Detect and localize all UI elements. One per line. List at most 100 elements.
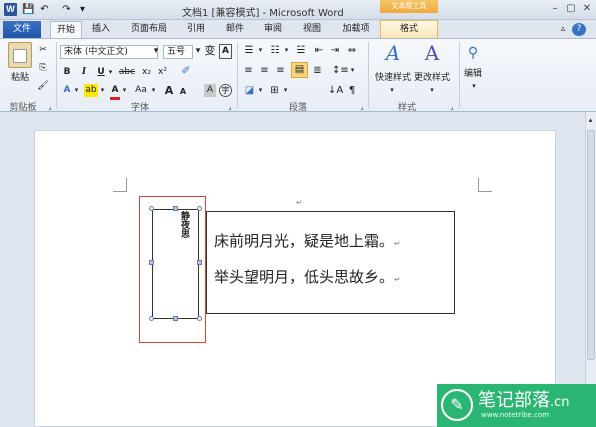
tab-mailings[interactable]: 邮件 bbox=[220, 21, 250, 38]
decrease-indent-icon[interactable]: ⇤ bbox=[312, 44, 326, 57]
tab-references[interactable]: 引用 bbox=[181, 21, 211, 38]
font-name-combo[interactable]: 宋体 (中文正文) bbox=[60, 45, 158, 59]
text-effect-icon[interactable]: A bbox=[62, 84, 72, 97]
underline-button[interactable]: U bbox=[96, 66, 106, 79]
quick-styles-icon[interactable]: A bbox=[381, 42, 405, 68]
resize-handle[interactable] bbox=[149, 316, 154, 321]
font-color-icon[interactable]: A bbox=[110, 84, 120, 100]
align-right-icon[interactable]: ≡ bbox=[274, 64, 287, 77]
line-spacing-icon[interactable]: ↕≡ bbox=[332, 64, 349, 77]
cut-icon[interactable]: ✂ bbox=[37, 44, 49, 57]
tab-file[interactable]: 文件 bbox=[3, 21, 41, 38]
show-marks-icon[interactable]: ¶ bbox=[346, 84, 358, 97]
shading-icon[interactable]: ◪ bbox=[243, 84, 256, 97]
borders-icon[interactable]: ⊞ bbox=[268, 84, 281, 97]
enclose-characters-icon[interactable]: 字 bbox=[219, 84, 232, 97]
bold-button[interactable]: B bbox=[62, 66, 72, 79]
clear-format-icon[interactable]: ✐ bbox=[178, 64, 194, 77]
copy-icon[interactable]: ⎘ bbox=[37, 62, 49, 75]
phonetic-guide-icon[interactable]: 变 bbox=[203, 44, 217, 57]
multilevel-list-icon[interactable]: ☱ bbox=[294, 44, 308, 57]
increase-indent-icon[interactable]: ⇥ bbox=[328, 44, 342, 57]
grow-font-icon[interactable]: A bbox=[163, 84, 175, 97]
poem-line-2[interactable]: 举头望明月，低头思故乡。↵ bbox=[214, 266, 401, 287]
customize-qat-icon[interactable]: ▾ bbox=[76, 3, 89, 16]
undo-icon[interactable]: ↶ bbox=[38, 3, 51, 16]
resize-handle[interactable] bbox=[173, 316, 178, 321]
change-styles-icon[interactable]: A bbox=[420, 42, 444, 68]
vertical-text[interactable]: 静夜思 bbox=[175, 211, 189, 238]
help-icon[interactable]: ? bbox=[572, 23, 586, 36]
chinese-layout-icon[interactable]: ⇔ bbox=[346, 44, 358, 57]
font-size-combo[interactable]: 五号 bbox=[163, 45, 193, 59]
sort-icon[interactable]: ↓A bbox=[328, 84, 343, 97]
save-icon[interactable]: 💾 bbox=[22, 3, 35, 16]
resize-handle[interactable] bbox=[197, 260, 202, 265]
chevron-down-icon[interactable]: ▾ bbox=[427, 84, 437, 97]
bullets-icon[interactable]: ☰ bbox=[242, 44, 256, 57]
change-case-icon[interactable]: Aa bbox=[133, 84, 149, 97]
chevron-down-icon[interactable]: ▾ bbox=[194, 45, 202, 58]
distributed-icon[interactable]: ≣ bbox=[311, 64, 324, 77]
ruler-toggle-icon[interactable]: ▴ bbox=[586, 114, 595, 127]
window-title: 文档1 [兼容模式] - Microsoft Word bbox=[182, 8, 344, 19]
paste-button[interactable]: 粘贴 bbox=[8, 72, 32, 85]
tab-format[interactable]: 格式 bbox=[380, 20, 438, 38]
chevron-down-icon[interactable]: ▾ bbox=[107, 66, 114, 79]
justify-icon[interactable]: ▤ bbox=[291, 62, 308, 78]
paste-icon[interactable] bbox=[8, 42, 32, 68]
poem-line-1[interactable]: 床前明月光，疑是地上霜。↵ bbox=[214, 230, 401, 251]
margin-crop-mark bbox=[478, 178, 492, 192]
chevron-down-icon[interactable]: ▾ bbox=[150, 84, 157, 97]
tab-home[interactable]: 开始 bbox=[50, 21, 82, 38]
format-painter-icon[interactable]: 🖌 bbox=[37, 80, 49, 93]
scrollbar-thumb[interactable] bbox=[587, 130, 595, 360]
strikethrough-button[interactable]: abc bbox=[118, 66, 136, 79]
chevron-down-icon[interactable]: ▾ bbox=[282, 84, 289, 97]
resize-handle[interactable] bbox=[149, 260, 154, 265]
pen-logo-icon: ✎ bbox=[441, 389, 473, 421]
word-app-icon[interactable]: W bbox=[4, 3, 17, 16]
tab-view[interactable]: 视图 bbox=[297, 21, 327, 38]
watermark-url: www.notetribe.com bbox=[481, 411, 550, 419]
chevron-down-icon[interactable]: ▾ bbox=[99, 84, 106, 97]
chevron-down-icon[interactable]: ▾ bbox=[349, 64, 356, 77]
chevron-down-icon[interactable]: ▾ bbox=[469, 80, 479, 93]
resize-handle[interactable] bbox=[197, 316, 202, 321]
tab-review[interactable]: 审阅 bbox=[258, 21, 288, 38]
binoculars-icon[interactable]: ⚲ bbox=[463, 42, 483, 66]
maximize-button[interactable]: ▢ bbox=[563, 2, 579, 16]
group-divider bbox=[368, 42, 369, 108]
chevron-down-icon[interactable]: ▾ bbox=[257, 44, 264, 57]
tab-page-layout[interactable]: 页面布局 bbox=[125, 21, 173, 38]
chevron-down-icon[interactable]: ▾ bbox=[283, 44, 290, 57]
character-border-icon[interactable]: A bbox=[219, 44, 232, 59]
subscript-button[interactable]: x₂ bbox=[140, 66, 153, 79]
chevron-down-icon[interactable]: ▾ bbox=[387, 84, 397, 97]
redo-icon[interactable]: ↷ bbox=[60, 3, 73, 16]
shrink-font-icon[interactable]: A bbox=[178, 85, 188, 98]
tab-addins[interactable]: 加载项 bbox=[336, 21, 376, 38]
paragraph-mark: ↵ bbox=[296, 198, 303, 207]
group-divider bbox=[459, 42, 460, 108]
chevron-down-icon[interactable]: ▾ bbox=[257, 84, 264, 97]
character-shading-icon[interactable]: A bbox=[204, 84, 216, 97]
minimize-button[interactable]: – bbox=[547, 2, 563, 16]
tab-insert[interactable]: 插入 bbox=[86, 21, 116, 38]
horizontal-text-box[interactable] bbox=[206, 211, 455, 314]
italic-button[interactable]: I bbox=[79, 66, 89, 79]
resize-handle[interactable] bbox=[173, 206, 178, 211]
superscript-button[interactable]: x² bbox=[156, 66, 169, 79]
highlight-icon[interactable]: ab bbox=[84, 84, 98, 97]
resize-handle[interactable] bbox=[197, 206, 202, 211]
align-left-icon[interactable]: ≡ bbox=[242, 64, 255, 77]
chevron-down-icon[interactable]: ▾ bbox=[121, 84, 128, 97]
minimize-ribbon-icon[interactable]: ▵ bbox=[557, 23, 569, 36]
close-button[interactable]: ✕ bbox=[579, 2, 595, 16]
resize-handle[interactable] bbox=[149, 206, 154, 211]
margin-crop-mark bbox=[113, 178, 127, 192]
chevron-down-icon[interactable]: ▾ bbox=[73, 84, 80, 97]
numbering-icon[interactable]: ☷ bbox=[268, 44, 282, 57]
chevron-down-icon[interactable]: ▾ bbox=[152, 45, 160, 58]
align-center-icon[interactable]: ≡ bbox=[258, 64, 271, 77]
